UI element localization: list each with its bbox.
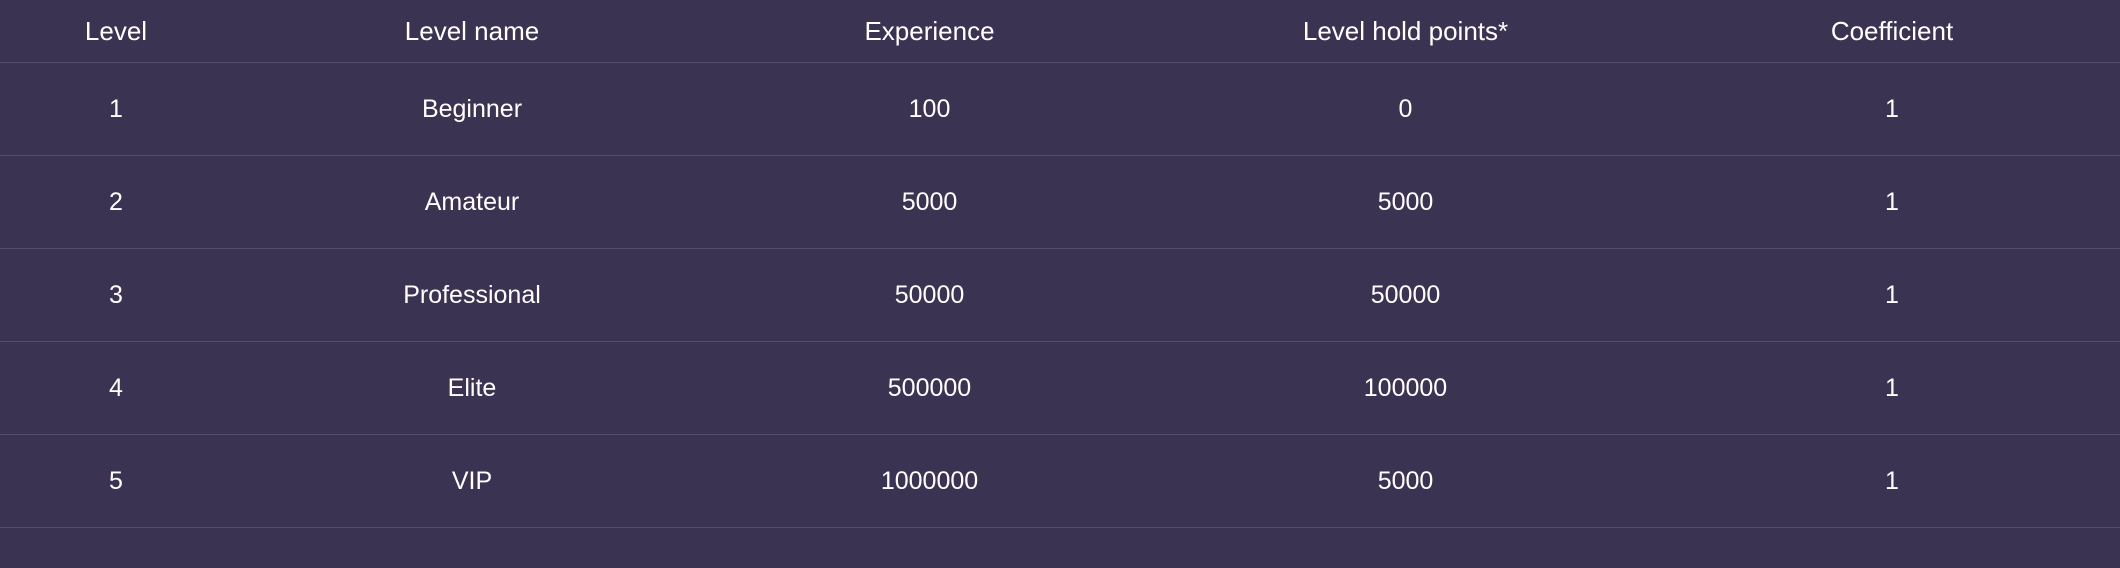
column-header-level: Level (0, 0, 232, 63)
table-row-partial (0, 528, 2120, 568)
cell-level-name: Beginner (232, 63, 712, 156)
column-header-coefficient: Coefficient (1664, 0, 2120, 63)
cell-empty (1147, 528, 1664, 568)
cell-empty (712, 528, 1147, 568)
cell-level-hold-points: 5000 (1147, 435, 1664, 528)
table-row: 3 Professional 50000 50000 1 (0, 249, 2120, 342)
table-row: 4 Elite 500000 100000 1 (0, 342, 2120, 435)
cell-experience: 500000 (712, 342, 1147, 435)
cell-coefficient: 1 (1664, 342, 2120, 435)
cell-level-hold-points: 5000 (1147, 156, 1664, 249)
cell-level: 2 (0, 156, 232, 249)
cell-level-hold-points: 50000 (1147, 249, 1664, 342)
cell-coefficient: 1 (1664, 249, 2120, 342)
table-row: 1 Beginner 100 0 1 (0, 63, 2120, 156)
table-row: 5 VIP 1000000 5000 1 (0, 435, 2120, 528)
cell-level-hold-points: 100000 (1147, 342, 1664, 435)
cell-level: 4 (0, 342, 232, 435)
cell-level-name: Professional (232, 249, 712, 342)
cell-experience: 5000 (712, 156, 1147, 249)
table-row: 2 Amateur 5000 5000 1 (0, 156, 2120, 249)
cell-experience: 100 (712, 63, 1147, 156)
levels-table: Level Level name Experience Level hold p… (0, 0, 2120, 568)
cell-level-name: Elite (232, 342, 712, 435)
cell-level: 1 (0, 63, 232, 156)
cell-experience: 50000 (712, 249, 1147, 342)
table-header: Level Level name Experience Level hold p… (0, 0, 2120, 63)
cell-level-name: Amateur (232, 156, 712, 249)
table-body: 1 Beginner 100 0 1 2 Amateur 5000 5000 1… (0, 63, 2120, 568)
table-header-row: Level Level name Experience Level hold p… (0, 0, 2120, 63)
cell-empty (1664, 528, 2120, 568)
cell-level: 3 (0, 249, 232, 342)
column-header-experience: Experience (712, 0, 1147, 63)
cell-coefficient: 1 (1664, 435, 2120, 528)
cell-empty (0, 528, 232, 568)
cell-level-hold-points: 0 (1147, 63, 1664, 156)
column-header-level-hold-points: Level hold points* (1147, 0, 1664, 63)
cell-level-name: VIP (232, 435, 712, 528)
cell-coefficient: 1 (1664, 63, 2120, 156)
cell-experience: 1000000 (712, 435, 1147, 528)
cell-empty (232, 528, 712, 568)
column-header-level-name: Level name (232, 0, 712, 63)
cell-coefficient: 1 (1664, 156, 2120, 249)
cell-level: 5 (0, 435, 232, 528)
